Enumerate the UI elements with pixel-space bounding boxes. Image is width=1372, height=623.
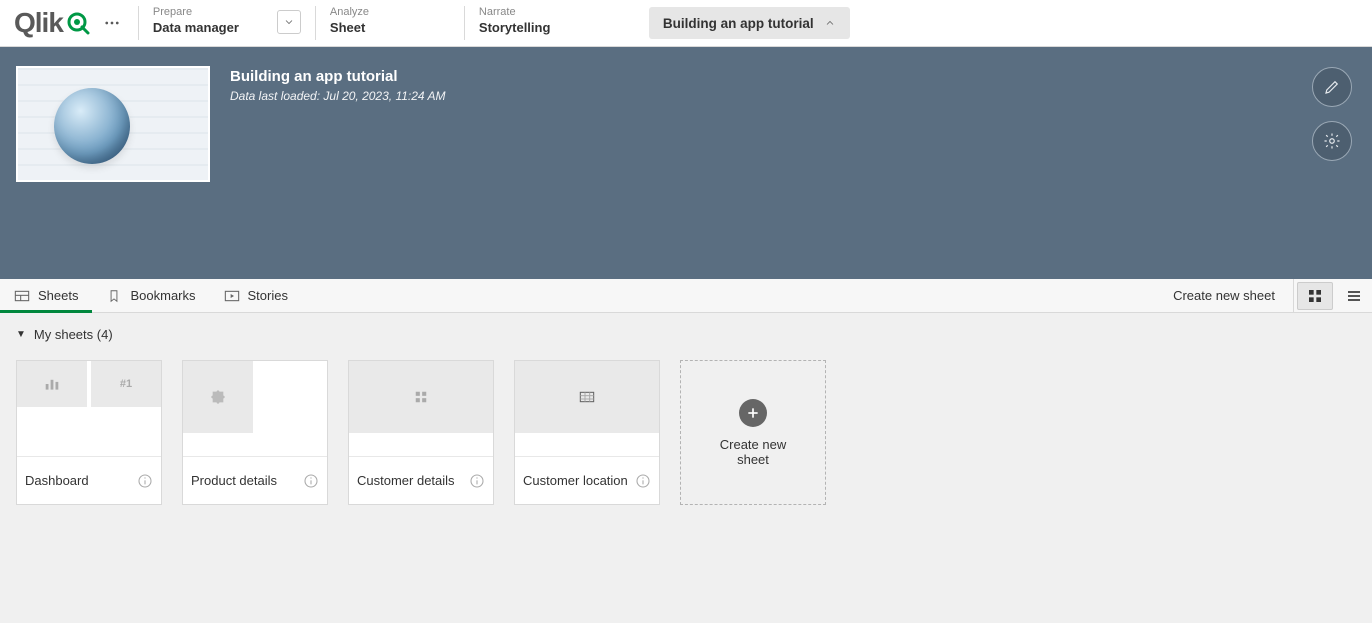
logo-group: Qlik	[0, 0, 138, 46]
app-button-wrap: Building an app tutorial	[635, 0, 864, 46]
gear-icon	[1323, 132, 1341, 150]
pencil-icon	[1323, 78, 1341, 96]
sheet-preview: #1	[17, 361, 161, 457]
thumbnail-globe	[54, 88, 130, 164]
section-label: My sheets (4)	[34, 327, 113, 342]
grid-small-icon	[414, 390, 428, 404]
play-icon	[224, 289, 240, 303]
sheet-preview	[515, 361, 659, 457]
sheet-cards: #1 Dashboard Product details	[16, 360, 1356, 505]
nav-narrate[interactable]: Narrate Storytelling	[465, 0, 635, 46]
layout-icon	[14, 289, 30, 303]
table-icon	[579, 391, 595, 403]
nav-analyze-selection: Sheet	[330, 19, 450, 37]
more-menu-button[interactable]	[98, 9, 126, 37]
bar-chart-icon	[43, 377, 61, 391]
spacer	[302, 279, 1155, 312]
sheet-card-footer: Dashboard	[17, 457, 161, 504]
plus-icon	[745, 405, 761, 421]
create-new-sheet-link[interactable]: Create new sheet	[1155, 279, 1293, 312]
bookmark-icon	[106, 289, 122, 303]
sheet-card-footer: Product details	[183, 457, 327, 504]
sheet-preview	[183, 361, 327, 457]
sheet-card-customer-location[interactable]: Customer location	[514, 360, 660, 505]
app-thumbnail[interactable]	[16, 66, 210, 182]
list-icon	[1346, 288, 1362, 304]
sheet-card-footer: Customer location	[515, 457, 659, 504]
info-icon[interactable]	[635, 473, 651, 489]
sheet-title: Product details	[191, 473, 277, 488]
sheet-card-dashboard[interactable]: #1 Dashboard	[16, 360, 162, 505]
triangle-down-icon: ▼	[16, 329, 26, 340]
create-new-sheet-card[interactable]: Create new sheet	[680, 360, 826, 505]
section-my-sheets-header[interactable]: ▼ My sheets (4)	[16, 327, 1356, 342]
nav-narrate-label: Narrate	[479, 5, 621, 19]
nav-prepare-label: Prepare	[153, 5, 239, 19]
tab-sheets-label: Sheets	[38, 288, 78, 303]
sheet-card-product-details[interactable]: Product details	[182, 360, 328, 505]
create-link-label: Create new sheet	[1173, 288, 1275, 303]
sheet-title: Dashboard	[25, 473, 89, 488]
app-button-label: Building an app tutorial	[663, 16, 814, 31]
list-view-button[interactable]	[1336, 279, 1372, 312]
chevron-up-icon	[824, 17, 836, 29]
grid-view-button[interactable]	[1297, 282, 1333, 310]
content-area: ▼ My sheets (4) #1 Dashboard	[0, 313, 1372, 623]
grid-icon	[1307, 288, 1323, 304]
puzzle-icon	[210, 389, 226, 405]
app-subtitle: Data last loaded: Jul 20, 2023, 11:24 AM	[230, 89, 445, 103]
app-overview-button[interactable]: Building an app tutorial	[649, 7, 850, 39]
hero-text: Building an app tutorial Data last loade…	[230, 66, 445, 260]
nav-analyze[interactable]: Analyze Sheet	[316, 0, 464, 46]
sheet-title: Customer location	[523, 473, 628, 488]
app-settings-button[interactable]	[1312, 121, 1352, 161]
app-title: Building an app tutorial	[230, 68, 445, 85]
nav-analyze-label: Analyze	[330, 5, 450, 19]
plus-circle-icon	[739, 399, 767, 427]
sheet-title: Customer details	[357, 473, 455, 488]
sheet-card-footer: Customer details	[349, 457, 493, 504]
sub-tabbar: Sheets Bookmarks Stories Create new shee…	[0, 279, 1372, 313]
tab-stories[interactable]: Stories	[210, 279, 302, 312]
info-icon[interactable]	[469, 473, 485, 489]
nav-prepare-selection: Data manager	[153, 19, 239, 37]
logo-text: Qlik	[14, 7, 63, 39]
info-icon[interactable]	[303, 473, 319, 489]
tab-bookmarks-label: Bookmarks	[130, 288, 195, 303]
info-icon[interactable]	[137, 473, 153, 489]
chevron-down-icon	[283, 16, 295, 28]
top-toolbar: Qlik Prepare Data manager Analyze Sheet	[0, 0, 1372, 47]
more-horizontal-icon	[103, 14, 121, 32]
create-card-label: Create new sheet	[708, 437, 798, 467]
tab-stories-label: Stories	[248, 288, 288, 303]
hero-actions	[1312, 67, 1352, 161]
view-toggle	[1293, 279, 1372, 312]
edit-app-button[interactable]	[1312, 67, 1352, 107]
prepare-dropdown-button[interactable]	[277, 10, 301, 34]
app-hero: Building an app tutorial Data last loade…	[0, 47, 1372, 279]
nav-prepare[interactable]: Prepare Data manager	[139, 0, 315, 46]
tab-sheets[interactable]: Sheets	[0, 279, 92, 312]
sheet-preview	[349, 361, 493, 457]
qlik-q-icon	[66, 11, 90, 35]
qlik-logo[interactable]: Qlik	[14, 7, 90, 39]
nav-narrate-selection: Storytelling	[479, 19, 621, 37]
tab-bookmarks[interactable]: Bookmarks	[92, 279, 209, 312]
sheet-card-customer-details[interactable]: Customer details	[348, 360, 494, 505]
